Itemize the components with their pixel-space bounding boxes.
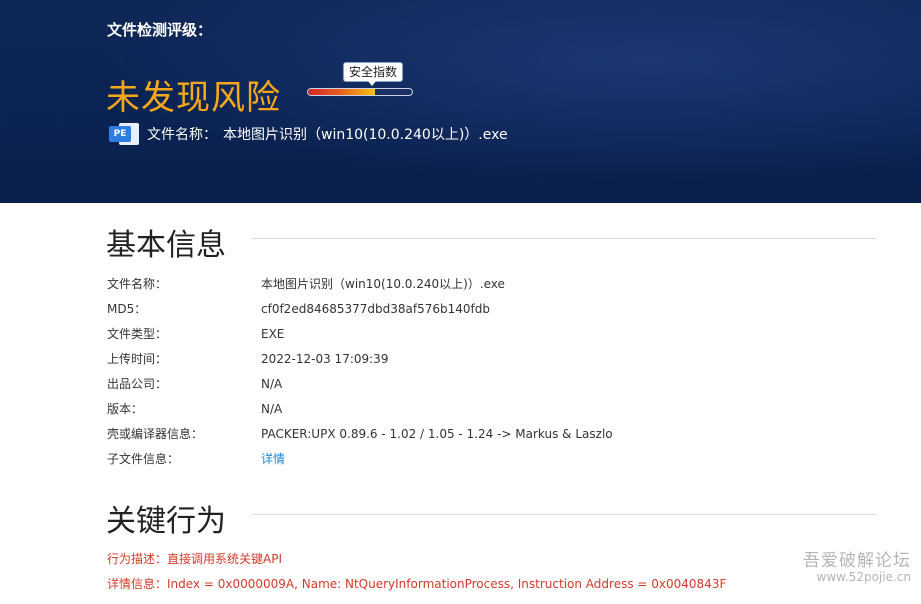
info-row-packer: 壳或编译器信息： PACKER:UPX 0.89.6 - 1.02 / 1.05…	[107, 426, 613, 442]
behavior-detail: 详情信息：Index = 0x0000009A, Name: NtQueryIn…	[107, 577, 727, 591]
info-row-md5: MD5： cf0f2ed84685377dbd38af576b140fdb	[107, 301, 490, 317]
safety-index-tooltip: 安全指数	[343, 62, 404, 86]
header-file-name-value: 本地图片识别（win10(10.0.240以上)）.exe	[223, 127, 508, 143]
watermark-title: 吾爱破解论坛	[803, 551, 911, 571]
info-row-upload-time: 上传时间： 2022-12-03 17:09:39	[107, 351, 389, 367]
safety-index-fill	[308, 89, 375, 95]
info-row-company: 出品公司： N/A	[107, 376, 283, 392]
pe-file-icon: PE	[109, 123, 139, 145]
header-file-name-label: 文件名称：	[147, 127, 217, 143]
safety-index-bar	[307, 88, 413, 96]
info-row-file-type: 文件类型： EXE	[107, 326, 285, 342]
report-header: 文件检测评级： 未发现风险 安全指数 PE 文件名称： 本地图片识别（win10…	[0, 0, 921, 203]
rating-label: 文件检测评级：	[107, 21, 213, 39]
info-row-file-name: 文件名称： 本地图片识别（win10(10.0.240以上)）.exe	[107, 277, 505, 291]
watermark-url: www.52pojie.cn	[816, 569, 911, 584]
subfile-details-link[interactable]: 详情	[261, 450, 285, 467]
safety-index-meter: 安全指数	[307, 62, 413, 98]
key-behavior-divider	[252, 514, 877, 515]
key-behavior-title: 关键行为	[106, 504, 226, 539]
rating-verdict: 未发现风险	[106, 78, 281, 118]
basic-info-divider	[252, 238, 877, 239]
behavior-description: 行为描述：直接调用系统关键API	[107, 552, 282, 566]
site-watermark: 吾爱破解论坛 www.52pojie.cn	[803, 551, 911, 584]
info-row-subfiles: 子文件信息： 详情	[107, 450, 286, 467]
basic-info-title: 基本信息	[106, 228, 226, 263]
basic-info-table: 文件名称： 本地图片识别（win10(10.0.240以上)）.exe MD5：…	[107, 271, 867, 471]
header-file-name: PE 文件名称： 本地图片识别（win10(10.0.240以上)）.exe	[109, 123, 508, 145]
info-row-version: 版本： N/A	[107, 401, 283, 417]
